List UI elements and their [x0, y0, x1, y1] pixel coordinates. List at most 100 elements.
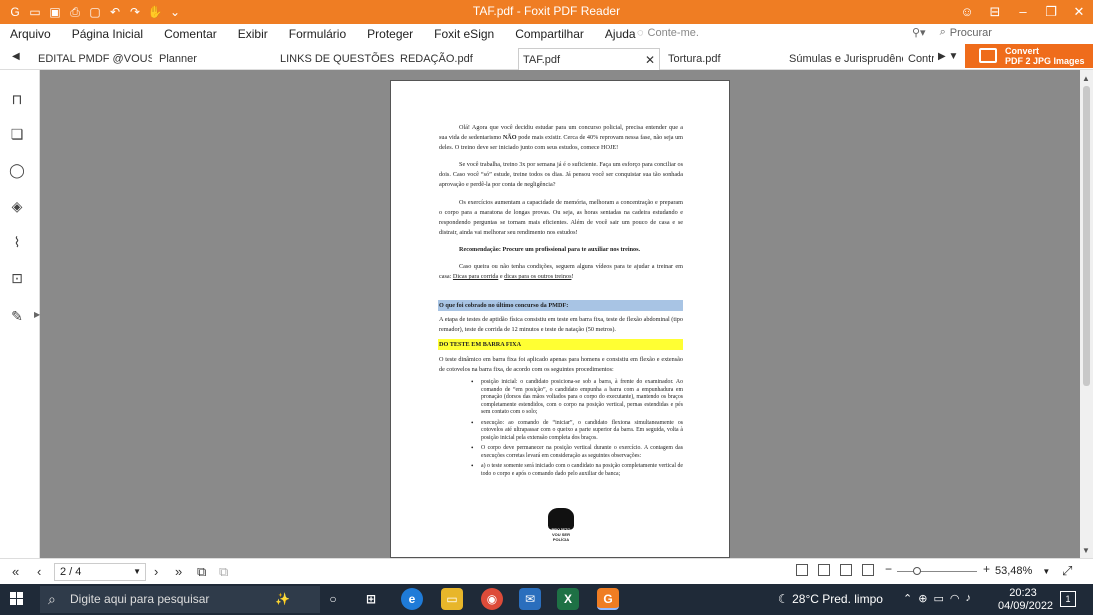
tell-me-box[interactable]: ◌ Conte-me. [637, 27, 699, 39]
windows-start-icon[interactable] [10, 592, 24, 606]
zoom-value: 53,48% [995, 565, 1033, 577]
tab-0[interactable]: EDITAL PMDF @VOUS... [34, 48, 152, 70]
search-settings-icon[interactable]: ⚲▾ [912, 26, 926, 39]
tab-label: Contr [908, 53, 934, 65]
window-controls: ☺ ⊟ – ❐ ✕ [953, 0, 1093, 24]
page-indicator: 2 / 4 [60, 566, 82, 578]
menu-item-foxit-esign[interactable]: Foxit eSign [434, 27, 505, 41]
first-page-icon[interactable]: « [12, 564, 19, 579]
previous-view-icon[interactable]: ⧉ [197, 564, 206, 580]
tab-label: TAF.pdf [523, 54, 561, 66]
zoom-slider[interactable]: − + [885, 562, 995, 578]
search-box[interactable]: ⌕ Procurar [940, 26, 992, 39]
scroll-down-icon[interactable]: ▼ [1082, 546, 1090, 555]
tab-6[interactable]: Súmulas e Jurisprudênc... [785, 48, 903, 70]
procedure-item: a) o teste somente será iniciado com o c… [471, 463, 683, 478]
wifi-icon[interactable]: ◠ [950, 592, 960, 605]
training-tips-link[interactable]: dicas para os outros treinos [504, 273, 571, 280]
layers-icon[interactable]: ◈ [9, 198, 25, 214]
next-page-icon[interactable]: › [154, 564, 158, 579]
ribbon-toggle-icon[interactable]: ⊟ [981, 0, 1009, 24]
menu-right: ⚲▾ ⌕ Procurar [912, 26, 992, 39]
menu-item-compartilhar[interactable]: Compartilhar [515, 27, 595, 41]
running-tips-link[interactable]: Dicas para corrida [453, 273, 498, 280]
pages-icon[interactable]: ❏ [9, 126, 25, 142]
volume-icon[interactable]: ♪ [965, 592, 971, 605]
single-page-icon[interactable] [796, 564, 808, 576]
page-number-box[interactable]: 2 / 4 ▼ [54, 563, 146, 581]
menu-item-página-inicial[interactable]: Página Inicial [72, 27, 154, 41]
battery-icon[interactable]: ▭ [933, 592, 943, 605]
menu-item-comentar[interactable]: Comentar [164, 27, 228, 41]
weather-text: 28°C Pred. limpo [792, 592, 883, 606]
prev-page-icon[interactable]: ‹ [37, 564, 41, 579]
menu-item-formulário[interactable]: Formulário [289, 27, 357, 41]
tab-label: REDAÇÃO.pdf [400, 53, 473, 65]
file-explorer-icon[interactable]: ▭ [441, 588, 463, 610]
menu-item-proteger[interactable]: Proteger [367, 27, 424, 41]
paragraph-procedure: O teste dinâmico em barra fixa foi aplic… [439, 356, 683, 373]
tab-list-dropdown-icon[interactable]: ▶ ▼ [938, 51, 958, 62]
attachment-icon[interactable]: ⌇ [9, 234, 25, 250]
scroll-thumb[interactable] [1083, 86, 1090, 386]
page-dropdown-icon[interactable]: ▼ [133, 564, 141, 580]
cortana-icon[interactable]: ○ [322, 588, 344, 610]
notification-icon[interactable]: 1 [1060, 591, 1076, 607]
left-navigation-panel: ⊓ ❏ ◯ ◈ ⌇ ⊡ ✎ ▶ [0, 70, 40, 558]
facing-icon[interactable] [840, 564, 852, 576]
search-highlight-icon[interactable]: ✨ [255, 588, 310, 610]
menu-item-exibir[interactable]: Exibir [238, 27, 279, 41]
zoom-dropdown-icon[interactable]: ▼ [1042, 567, 1050, 576]
zoom-out-icon[interactable]: − [885, 562, 892, 576]
minimize-icon[interactable]: – [1009, 0, 1037, 24]
network-icon[interactable]: ⊕ [918, 592, 927, 605]
notification-count: 1 [1065, 594, 1071, 604]
weather-widget[interactable]: ☾ 28°C Pred. limpo [778, 592, 883, 606]
scroll-up-icon[interactable]: ▲ [1082, 74, 1090, 83]
tab-5[interactable]: Tortura.pdf [664, 48, 782, 70]
image-icon [979, 48, 997, 63]
convert-banner[interactable]: Convert PDF 2 JPG Images [965, 44, 1093, 68]
security-icon[interactable]: ⊡ [9, 270, 25, 286]
tab-4[interactable]: TAF.pdf ✕ [518, 48, 660, 70]
tab-3[interactable]: REDAÇÃO.pdf [396, 48, 514, 70]
section-heading-pmdf: O que foi cobrado no último concurso da … [438, 300, 683, 311]
tab-close-icon[interactable]: ✕ [645, 49, 655, 70]
clock-time: 20:23 [1009, 587, 1037, 599]
vertical-scrollbar[interactable]: ▲ ▼ [1080, 70, 1093, 558]
signature-icon[interactable]: ✎ [9, 308, 25, 324]
menu-item-arquivo[interactable]: Arquivo [10, 27, 62, 41]
paragraph-frequency: Se você trabalha, treino 3x por semana j… [439, 161, 683, 188]
next-view-icon[interactable]: ⧉ [219, 564, 228, 580]
restore-icon[interactable]: ❐ [1037, 0, 1065, 24]
excel-icon[interactable]: X [557, 588, 579, 610]
foxit-reader-taskbar-icon[interactable]: G [597, 588, 619, 610]
tab-7[interactable]: Contr [904, 48, 934, 70]
zoom-knob[interactable] [913, 567, 921, 575]
edge-icon[interactable]: e [401, 588, 423, 610]
zoom-track[interactable] [897, 571, 977, 572]
task-view-icon[interactable]: ⊞ [360, 588, 382, 610]
videos-end: ! [571, 273, 574, 280]
zoom-in-icon[interactable]: + [983, 562, 990, 576]
continuous-icon[interactable] [818, 564, 830, 576]
system-clock[interactable]: 20:23 04/09/2022 [998, 587, 1054, 613]
last-page-icon[interactable]: » [175, 564, 182, 579]
tab-2[interactable]: LINKS DE QUESTÕES ... [276, 48, 394, 70]
continuous-facing-icon[interactable] [862, 564, 874, 576]
windows-taskbar: ⌕ Digite aqui para pesquisar ✨ ○ ⊞ e ▭ ◉… [0, 584, 1093, 615]
chrome-icon[interactable]: ◉ [481, 588, 503, 610]
tab-1[interactable]: Planner [155, 48, 273, 70]
paragraph-benefits: Os exercícios aumentam a capacidade de m… [439, 199, 683, 236]
comments-icon[interactable]: ◯ [9, 162, 25, 178]
tab-scroll-left-icon[interactable]: ◀ [12, 51, 20, 62]
zoom-value-box[interactable]: 53,48% ▼ [995, 565, 1050, 577]
convert-text: Convert PDF 2 JPG Images [1005, 46, 1085, 66]
tray-chevron-icon[interactable]: ⌃ [903, 592, 912, 605]
clock-date: 04/09/2022 [998, 600, 1054, 612]
bookmark-icon[interactable]: ⊓ [9, 91, 25, 107]
fullscreen-icon[interactable]: ⤢ [1062, 563, 1072, 579]
close-icon[interactable]: ✕ [1065, 0, 1093, 24]
mail-icon[interactable]: ✉ [519, 588, 541, 610]
account-icon[interactable]: ☺ [953, 0, 981, 24]
